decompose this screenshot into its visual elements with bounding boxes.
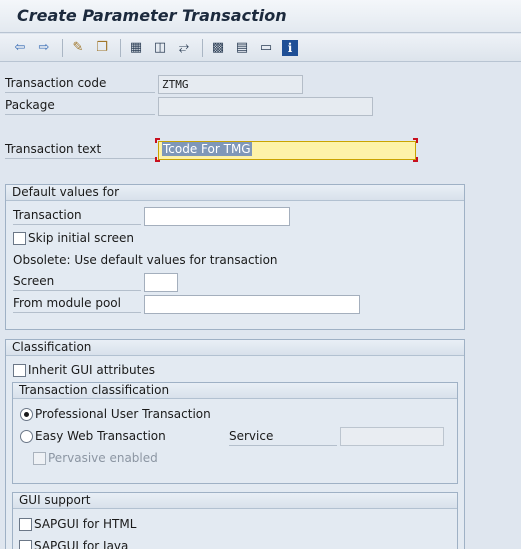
module-pool-input[interactable] (144, 295, 360, 314)
gui-support-title: GUI support (13, 493, 457, 509)
transaction-classification-title: Transaction classification (13, 383, 457, 399)
application-toolbar: ⇦ ⇨ ✎ ❐ ▦ ◫ ⥂ ▩ ▤ ▭ i (0, 34, 521, 62)
inherit-gui-checkbox[interactable] (13, 364, 26, 377)
arrow-right-icon[interactable]: ⇨ (36, 40, 52, 56)
arrow-left-icon[interactable]: ⇦ (12, 40, 28, 56)
toolbar-separator (120, 39, 121, 57)
transaction-text-value: Tcode For TMG (162, 142, 252, 156)
other-object-icon[interactable]: ❐ (94, 40, 110, 56)
skip-initial-screen-checkbox[interactable] (13, 232, 26, 245)
navigation-icon[interactable]: ⥂ (176, 40, 192, 56)
default-transaction-input[interactable] (144, 207, 290, 226)
pervasive-enabled-checkbox (33, 452, 46, 465)
transaction-text-input[interactable]: Tcode For TMG (158, 141, 416, 160)
module-pool-label: From module pool (13, 296, 141, 313)
transaction-code-label: Transaction code (5, 76, 155, 93)
default-transaction-label: Transaction (13, 208, 141, 225)
pervasive-enabled-label: Pervasive enabled (48, 451, 158, 465)
toolbar-separator (202, 39, 203, 57)
transport-icon[interactable]: ▤ (234, 40, 250, 56)
default-values-title: Default values for (6, 185, 464, 201)
transaction-text-label: Transaction text (5, 142, 155, 159)
screen-label: Screen (13, 274, 141, 291)
sapgui-java-checkbox[interactable] (19, 540, 32, 549)
inherit-gui-label: Inherit GUI attributes (28, 363, 155, 377)
transaction-code-field: ZTMG (158, 75, 303, 94)
service-field (340, 427, 444, 446)
package-field[interactable] (158, 97, 373, 116)
layout-icon[interactable]: ▭ (258, 40, 274, 56)
required-marker (155, 138, 160, 143)
professional-user-label: Professional User Transaction (35, 407, 211, 421)
easy-web-radio[interactable] (20, 430, 33, 443)
service-label: Service (229, 429, 337, 446)
hierarchy-icon[interactable]: ◫ (152, 40, 168, 56)
page-title: Create Parameter Transaction (17, 6, 287, 25)
title-bar: Create Parameter Transaction (0, 0, 521, 33)
object-list-icon[interactable]: ▦ (128, 40, 144, 56)
toolbar-separator (62, 39, 63, 57)
sapgui-html-label: SAPGUI for HTML (34, 517, 137, 531)
where-used-icon[interactable]: ▩ (210, 40, 226, 56)
required-marker (413, 138, 418, 143)
sapgui-html-checkbox[interactable] (19, 518, 32, 531)
skip-initial-screen-label: Skip initial screen (28, 231, 135, 245)
sapgui-java-label: SAPGUI for Java (34, 539, 129, 549)
professional-user-radio[interactable] (20, 408, 33, 421)
screen-input[interactable] (144, 273, 178, 292)
required-marker (413, 157, 418, 162)
required-marker (155, 157, 160, 162)
classification-title: Classification (6, 340, 464, 356)
display-change-icon[interactable]: ✎ (70, 40, 86, 56)
easy-web-label: Easy Web Transaction (35, 429, 166, 443)
obsolete-text: Obsolete: Use default values for transac… (13, 253, 278, 267)
info-icon[interactable]: i (282, 40, 298, 56)
package-label: Package (5, 98, 155, 115)
